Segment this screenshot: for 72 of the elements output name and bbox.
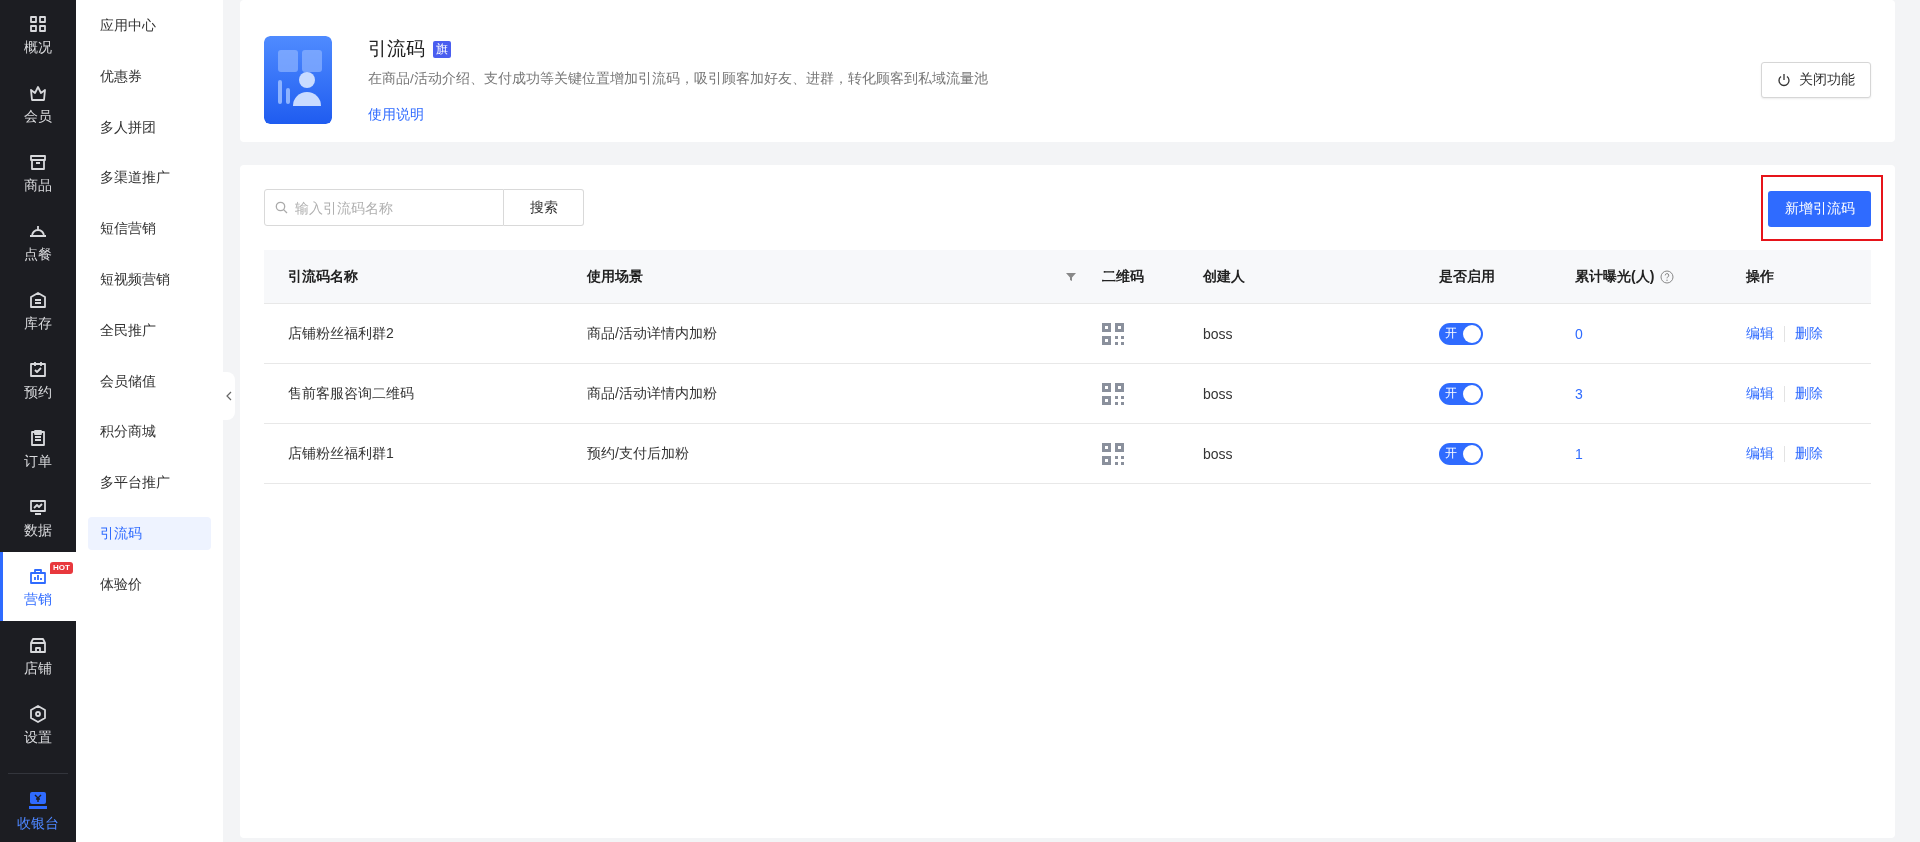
- nav-item[interactable]: 概况: [0, 0, 76, 69]
- table-cell: boss: [1203, 445, 1233, 462]
- filter-icon[interactable]: [1066, 271, 1076, 282]
- action-link[interactable]: 删除: [1795, 324, 1823, 343]
- nav-item[interactable]: 商品: [0, 138, 76, 207]
- qr-code-icon[interactable]: [1102, 322, 1124, 345]
- action-link[interactable]: 删除: [1795, 444, 1823, 463]
- sidebar-item[interactable]: 多渠道推广: [88, 161, 211, 195]
- nav-item[interactable]: 店铺: [0, 621, 76, 690]
- nav-item[interactable]: 订单: [0, 414, 76, 483]
- sidebar-item[interactable]: 会员储值: [88, 364, 211, 398]
- enable-toggle[interactable]: 开: [1439, 322, 1483, 345]
- sidebar-item[interactable]: 短视频营销: [88, 263, 211, 296]
- action-link[interactable]: 编辑: [1746, 444, 1774, 463]
- sidebar-item[interactable]: 体验价: [88, 567, 211, 601]
- page-title: 引流码: [368, 37, 425, 61]
- sidebar-item[interactable]: 短信营销: [88, 212, 211, 246]
- table-cell: boss: [1203, 325, 1233, 342]
- action-link[interactable]: 删除: [1795, 384, 1823, 403]
- chevron-left-icon: [226, 391, 232, 401]
- nav-item[interactable]: 会员: [0, 69, 76, 138]
- exposure-count-link[interactable]: 0: [1575, 325, 1583, 342]
- search-field[interactable]: 输入引流码名称: [264, 189, 504, 226]
- table-cell: 商品/活动详情内加粉: [587, 384, 717, 403]
- sidebar-item[interactable]: 积分商城: [88, 415, 211, 449]
- column-header: 累计曝光(人): [1575, 267, 1655, 286]
- qr-code-icon[interactable]: [1102, 442, 1124, 465]
- nav-item[interactable]: 点餐: [0, 207, 76, 276]
- sidebar-item[interactable]: 优惠券: [88, 59, 211, 93]
- qr-code-icon[interactable]: [1102, 382, 1124, 405]
- flagship-badge: 旗: [433, 40, 451, 58]
- column-header: 引流码名称: [288, 267, 358, 286]
- cashier-nav-item[interactable]: 收银台: [0, 782, 76, 840]
- help-icon[interactable]: [1660, 269, 1675, 284]
- nav-item[interactable]: 设置: [0, 690, 76, 759]
- hot-badge: HOT: [50, 562, 73, 574]
- enable-toggle[interactable]: 开: [1439, 442, 1483, 465]
- nav-item[interactable]: 库存: [0, 276, 76, 345]
- sidebar-item[interactable]: 多人拼团: [88, 110, 211, 144]
- table-cell: boss: [1203, 385, 1233, 402]
- column-header: 操作: [1746, 267, 1774, 286]
- table-cell: 预约/支付后加粉: [587, 444, 689, 463]
- table-cell: 店铺粉丝福利群1: [288, 444, 394, 463]
- sidebar-item[interactable]: 多平台推广: [88, 466, 211, 500]
- collapse-handle[interactable]: [223, 372, 235, 420]
- add-button[interactable]: 新增引流码: [1768, 190, 1871, 227]
- sidebar-item[interactable]: 应用中心: [88, 9, 211, 42]
- column-header: 二维码: [1102, 267, 1144, 286]
- column-header: 使用场景: [587, 267, 643, 286]
- exposure-count-link[interactable]: 3: [1575, 385, 1583, 402]
- nav-item[interactable]: 数据: [0, 483, 76, 552]
- power-icon: [1777, 73, 1791, 87]
- nav-icon: [27, 702, 49, 725]
- feature-description: 在商品/活动介绍、支付成功等关键位置增加引流码，吸引顾客加好友、进群，转化顾客到私域流量池: [368, 70, 989, 88]
- column-header: 创建人: [1203, 267, 1245, 286]
- table-cell: 售前客服咨询二维码: [288, 384, 414, 403]
- table-cell: 店铺粉丝福利群2: [288, 324, 394, 343]
- cashier-icon: [27, 789, 49, 811]
- nav-item[interactable]: 营销 HOT: [0, 552, 76, 621]
- column-header: 是否启用: [1439, 267, 1495, 286]
- sidebar-item[interactable]: 引流码: [88, 516, 211, 550]
- disable-feature-button[interactable]: 关闭功能: [1761, 62, 1871, 98]
- table-cell: 商品/活动详情内加粉: [587, 324, 717, 343]
- action-link[interactable]: 编辑: [1746, 324, 1774, 343]
- enable-toggle[interactable]: 开: [1439, 382, 1483, 405]
- usage-guide-link[interactable]: 使用说明: [368, 106, 1761, 124]
- search-button[interactable]: 搜索: [504, 189, 584, 226]
- exposure-count-link[interactable]: 1: [1575, 445, 1583, 462]
- action-link[interactable]: 编辑: [1746, 384, 1774, 403]
- nav-item[interactable]: 预约: [0, 345, 76, 414]
- sidebar-item[interactable]: 全民推广: [88, 313, 211, 347]
- app-logo-icon: [264, 36, 332, 124]
